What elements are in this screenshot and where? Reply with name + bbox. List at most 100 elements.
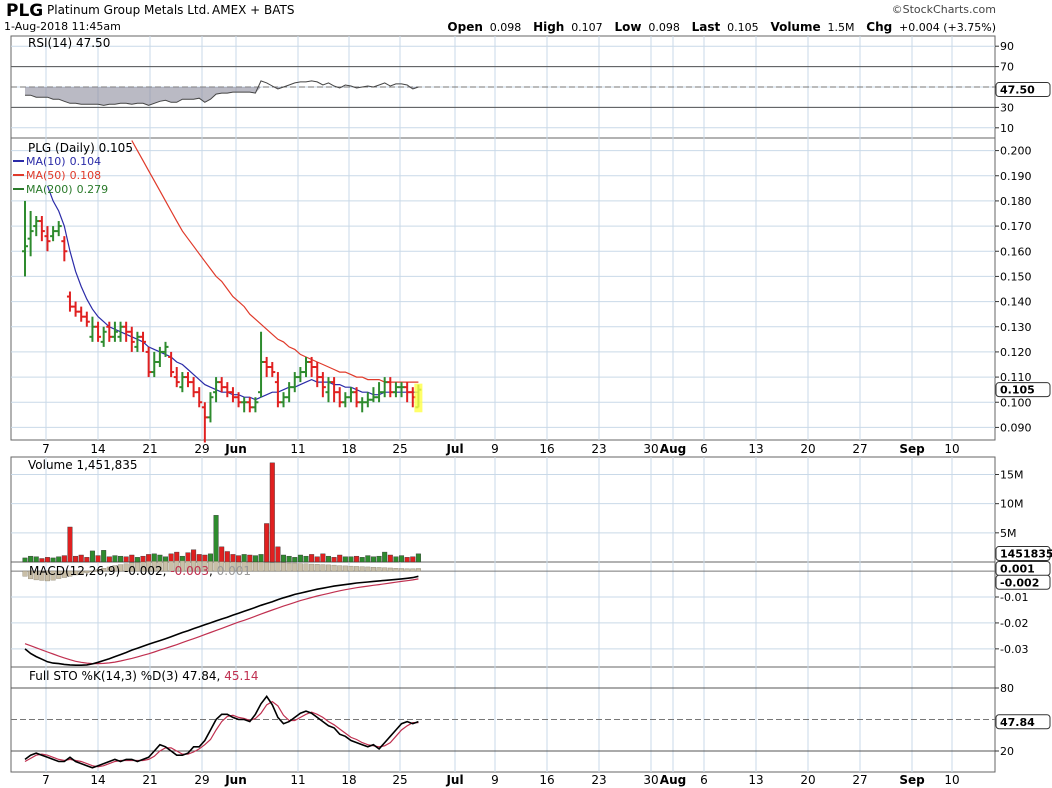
- macd-hist-bar: [292, 562, 298, 572]
- volume-bar: [404, 557, 410, 563]
- volume-bar: [151, 553, 157, 563]
- macd-hist-bar: [348, 565, 354, 572]
- x-axis-bottom-label-1: 14: [90, 773, 105, 787]
- price-tick-label-9: 0.110: [1000, 371, 1032, 384]
- vol-frame: [10, 456, 996, 563]
- price-tick-label-5: 0.150: [1000, 270, 1032, 283]
- x-axis-top-label-0: 7: [42, 442, 50, 456]
- high-value: 0.107: [571, 21, 603, 34]
- volume-bar: [67, 526, 73, 563]
- volume-bar: [297, 554, 303, 563]
- macd-hist-bar: [286, 562, 292, 572]
- volume-bar: [258, 554, 264, 563]
- macd-hist-badge: 0.001: [1000, 562, 1035, 575]
- company-name: Platinum Group Metals Ltd.: [47, 3, 210, 17]
- last-value: 0.105: [727, 21, 759, 34]
- volume-bar: [56, 556, 62, 563]
- x-axis-bottom-label-12: 30: [643, 773, 658, 787]
- open-value: 0.098: [490, 21, 522, 34]
- x-axis-top-label-12: 30: [643, 442, 658, 456]
- x-axis-bottom-label-6: 18: [341, 773, 356, 787]
- x-axis-bottom-label-10: 16: [539, 773, 554, 787]
- volume-bar: [382, 551, 388, 563]
- price-tick-label-4: 0.160: [1000, 245, 1032, 258]
- datetime-label: 1-Aug-2018 11:45am: [4, 20, 121, 33]
- price-frame: [10, 137, 996, 441]
- volume-bar: [112, 555, 118, 563]
- sto-value-badge: 47.84: [1000, 716, 1035, 729]
- x-axis-bottom-label-5: 11: [290, 773, 305, 787]
- volume-bar: [224, 551, 230, 563]
- rsi-value-badge: 47.50: [1000, 84, 1035, 97]
- volume-legend: Volume 1,451,835: [28, 458, 138, 472]
- sto-tick-label-0: 80: [1000, 682, 1014, 695]
- volume-bar: [337, 554, 343, 563]
- price-label: PLG (Daily) 0.105: [28, 141, 133, 155]
- macd-hist-bar: [376, 567, 382, 572]
- volume-bar: [376, 555, 382, 563]
- price-tick-label-0: 0.200: [1000, 145, 1032, 158]
- volume-bar: [73, 555, 79, 563]
- volume-bar: [28, 555, 34, 563]
- volume-bar: [95, 555, 101, 563]
- x-axis-bottom-label-2: 21: [142, 773, 157, 787]
- macd-hist-bar: [314, 564, 320, 572]
- volume-bar: [399, 555, 405, 563]
- x-axis-bottom-label-17: 27: [852, 773, 867, 787]
- chg-label: Chg: [866, 20, 892, 34]
- volume-bar: [146, 554, 152, 563]
- macd-hist-bar: [382, 567, 388, 572]
- x-axis-bottom-label-14: 6: [700, 773, 708, 787]
- volume-bar: [84, 557, 90, 563]
- ma-legend: MA(10) 0.104 MA(50) 0.108MA(200) 0.279: [13, 155, 108, 196]
- volume-bar: [415, 553, 421, 563]
- ma-legend-name: MA(200): [26, 183, 73, 196]
- open-label: Open: [447, 20, 482, 34]
- price-tick-label-1: 0.190: [1000, 170, 1032, 183]
- macd-hist-bar: [342, 565, 348, 572]
- volume-bar: [348, 556, 354, 563]
- volume-bar: [157, 554, 163, 563]
- macd-hist-bar: [387, 567, 393, 572]
- macd-hist-bar: [370, 566, 376, 572]
- volume-bar: [202, 554, 208, 563]
- volume-bar: [33, 556, 39, 563]
- x-axis-top-label-8: Jul: [445, 442, 463, 456]
- x-axis-top-label-14: 6: [700, 442, 708, 456]
- ma-legend-0: MA(10) 0.104: [26, 155, 101, 168]
- rsi-tick-label-3: 30: [1000, 101, 1014, 114]
- x-axis-top-label-2: 21: [142, 442, 157, 456]
- ma-legend-name: MA(50): [26, 169, 66, 182]
- x-axis-bottom-label-8: Jul: [445, 773, 463, 787]
- volume-tick-label-1: 10M: [1000, 498, 1024, 511]
- x-axis-bottom-label-15: 13: [748, 773, 763, 787]
- x-axis-top-label-3: 29: [194, 442, 209, 456]
- volume-tick-label-2: 5M: [1000, 527, 1017, 540]
- x-axis-top-label-19: 10: [944, 442, 959, 456]
- x-axis-bottom-label-4: Jun: [224, 773, 247, 787]
- last-label: Last: [692, 20, 721, 34]
- volume-bar: [140, 555, 146, 563]
- volume-bar: [219, 546, 225, 563]
- volume-bar: [387, 554, 393, 563]
- macd-value-badge: -0.002: [1000, 576, 1039, 589]
- volume-bar: [129, 554, 135, 563]
- volume-bar: [123, 556, 129, 563]
- volume-bar: [286, 555, 292, 563]
- ma-legend-value: 0.279: [77, 183, 109, 196]
- volume-bar: [174, 551, 180, 563]
- x-axis-top-label-7: 25: [392, 442, 407, 456]
- volume-bar: [314, 556, 320, 563]
- x-axis-top-label-11: 23: [591, 442, 606, 456]
- volume-bar: [393, 556, 399, 563]
- volume-bar: [106, 556, 112, 563]
- volume-bar: [118, 555, 124, 563]
- x-axis-bottom-label-19: 10: [944, 773, 959, 787]
- volume-bar: [281, 554, 287, 563]
- volume-bar: [292, 557, 298, 563]
- low-value: 0.098: [648, 21, 680, 34]
- macd-hist-bar: [281, 562, 287, 572]
- volume-last-badge: 1451835: [1000, 548, 1052, 561]
- macd-hist-bar: [264, 562, 270, 572]
- ma-legend-value: 0.108: [70, 169, 102, 182]
